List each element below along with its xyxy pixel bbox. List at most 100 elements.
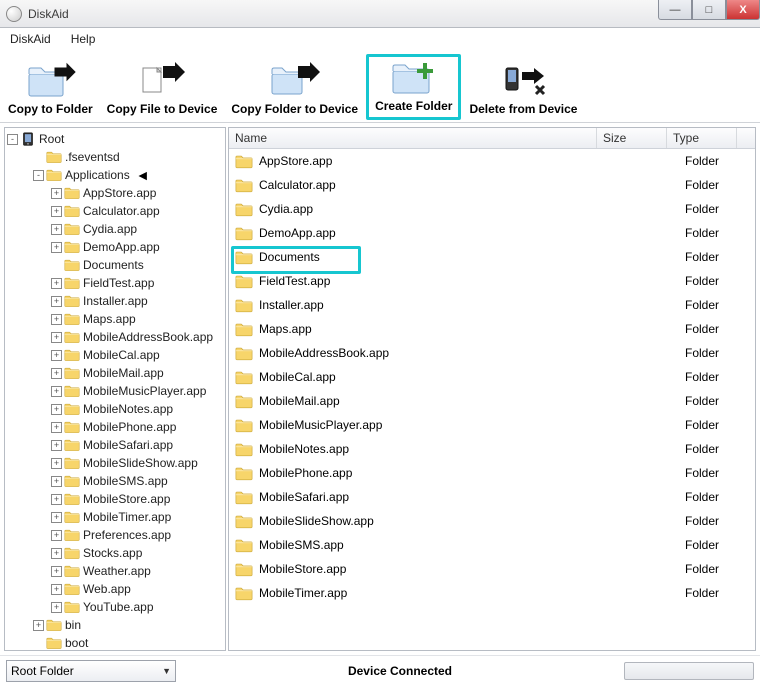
tree-root[interactable]: - Root [7,130,225,148]
tree-item[interactable]: + MobileTimer.app [7,508,225,526]
list-row[interactable]: Documents Folder [229,245,755,269]
list-row[interactable]: Calculator.app Folder [229,173,755,197]
toolbar-copy-folder-to-device[interactable]: Copy Folder to Device [225,60,364,120]
tree-item[interactable]: + MobileNotes.app [7,400,225,418]
expander-icon[interactable]: + [51,476,62,487]
expander-icon[interactable]: + [51,278,62,289]
tree-item[interactable]: + Stocks.app [7,544,225,562]
tree-label: MobileCal.app [83,348,160,362]
tree-item[interactable]: + Calculator.app [7,202,225,220]
tree-item[interactable]: + MobileSMS.app [7,472,225,490]
tree-item[interactable]: boot [7,634,225,650]
tree-item[interactable]: + MobileCal.app [7,346,225,364]
menu-diskaid[interactable]: DiskAid [6,30,55,48]
expander-icon[interactable]: - [7,134,18,145]
list-row[interactable]: MobileSlideShow.app Folder [229,509,755,533]
tree-item[interactable]: + MobileMusicPlayer.app [7,382,225,400]
list-row[interactable]: MobileCal.app Folder [229,365,755,389]
expander-icon[interactable]: + [33,620,44,631]
tree-item[interactable]: + DemoApp.app [7,238,225,256]
tree-item[interactable]: + Maps.app [7,310,225,328]
expander-icon[interactable]: + [51,386,62,397]
tree-item[interactable]: + MobileMail.app [7,364,225,382]
toolbar-delete-from-device[interactable]: Delete from Device [463,60,583,120]
expander-icon[interactable]: + [51,566,62,577]
tree-item[interactable]: + MobileSafari.app [7,436,225,454]
expander-icon[interactable]: + [51,584,62,595]
expander-icon[interactable]: + [51,314,62,325]
tree-item[interactable]: + bin [7,616,225,634]
expander-icon[interactable]: + [51,548,62,559]
toolbar-create-folder[interactable]: Create Folder [366,54,461,120]
expander-icon[interactable]: + [51,242,62,253]
list-row[interactable]: FieldTest.app Folder [229,269,755,293]
tree-item[interactable]: + FieldTest.app [7,274,225,292]
tree-item[interactable]: + MobileAddressBook.app [7,328,225,346]
toolbar-copy-file-to-device[interactable]: Copy File to Device [101,60,224,120]
expander-icon[interactable]: + [51,404,62,415]
list-row[interactable]: MobileSafari.app Folder [229,485,755,509]
expander-icon[interactable]: + [51,350,62,361]
expander-icon[interactable]: + [51,368,62,379]
root-folder-combo[interactable]: Root Folder ▼ [6,660,176,682]
tree-item[interactable]: .fseventsd [7,148,225,166]
tree-item[interactable]: + MobileStore.app [7,490,225,508]
expander-icon[interactable]: + [51,458,62,469]
tree-item[interactable]: + Cydia.app [7,220,225,238]
list-row[interactable]: MobileTimer.app Folder [229,581,755,605]
maximize-button[interactable]: □ [692,0,726,20]
tree-item[interactable]: - Applications◄ [7,166,225,184]
title-bar: DiskAid — □ X [0,0,760,28]
tree-scroll[interactable]: - Root .fseventsd- Applications◄+ AppSto… [5,128,225,650]
tree-item[interactable]: + YouTube.app [7,598,225,616]
list-panel: Name Size Type AppStore.app Folder Calcu… [228,127,756,651]
list-row[interactable]: MobileSMS.app Folder [229,533,755,557]
list-row[interactable]: MobileMusicPlayer.app Folder [229,413,755,437]
tree-item[interactable]: + MobilePhone.app [7,418,225,436]
expander-icon[interactable]: + [51,332,62,343]
list-row[interactable]: MobilePhone.app Folder [229,461,755,485]
list-row[interactable]: Maps.app Folder [229,317,755,341]
list-row[interactable]: AppStore.app Folder [229,149,755,173]
menu-help[interactable]: Help [67,30,100,48]
list-row[interactable]: MobileMail.app Folder [229,389,755,413]
col-name[interactable]: Name [229,128,597,148]
tree-item[interactable]: + AppStore.app [7,184,225,202]
expander-icon[interactable]: + [51,188,62,199]
tree-label: Applications [65,168,130,182]
close-button[interactable]: X [726,0,760,20]
col-type[interactable]: Type [667,128,737,148]
expander-icon[interactable]: + [51,440,62,451]
expander-icon[interactable]: - [33,170,44,181]
row-name: MobileCal.app [259,370,615,384]
expander-icon[interactable]: + [51,206,62,217]
row-type: Folder [685,274,755,288]
tree-label: MobileMail.app [83,366,164,380]
expander-icon[interactable]: + [51,224,62,235]
list-row[interactable]: MobileNotes.app Folder [229,437,755,461]
tree-item[interactable]: + MobileSlideShow.app [7,454,225,472]
tree-item[interactable]: + Preferences.app [7,526,225,544]
row-type: Folder [685,586,755,600]
expander-icon[interactable]: + [51,530,62,541]
list-row[interactable]: MobileAddressBook.app Folder [229,341,755,365]
expander-icon[interactable]: + [51,494,62,505]
device-icon [20,132,36,146]
expander-icon[interactable]: + [51,296,62,307]
minimize-button[interactable]: — [658,0,692,20]
tree-item[interactable]: Documents [7,256,225,274]
tree-item[interactable]: + Web.app [7,580,225,598]
list-row[interactable]: Installer.app Folder [229,293,755,317]
folder-icon [64,456,80,470]
list-row[interactable]: DemoApp.app Folder [229,221,755,245]
expander-icon[interactable]: + [51,422,62,433]
tree-item[interactable]: + Weather.app [7,562,225,580]
list-body[interactable]: AppStore.app Folder Calculator.app Folde… [229,149,755,650]
col-size[interactable]: Size [597,128,667,148]
toolbar-copy-to-folder[interactable]: Copy to Folder [2,60,99,120]
list-row[interactable]: Cydia.app Folder [229,197,755,221]
expander-icon[interactable]: + [51,512,62,523]
tree-item[interactable]: + Installer.app [7,292,225,310]
expander-icon[interactable]: + [51,602,62,613]
list-row[interactable]: MobileStore.app Folder [229,557,755,581]
